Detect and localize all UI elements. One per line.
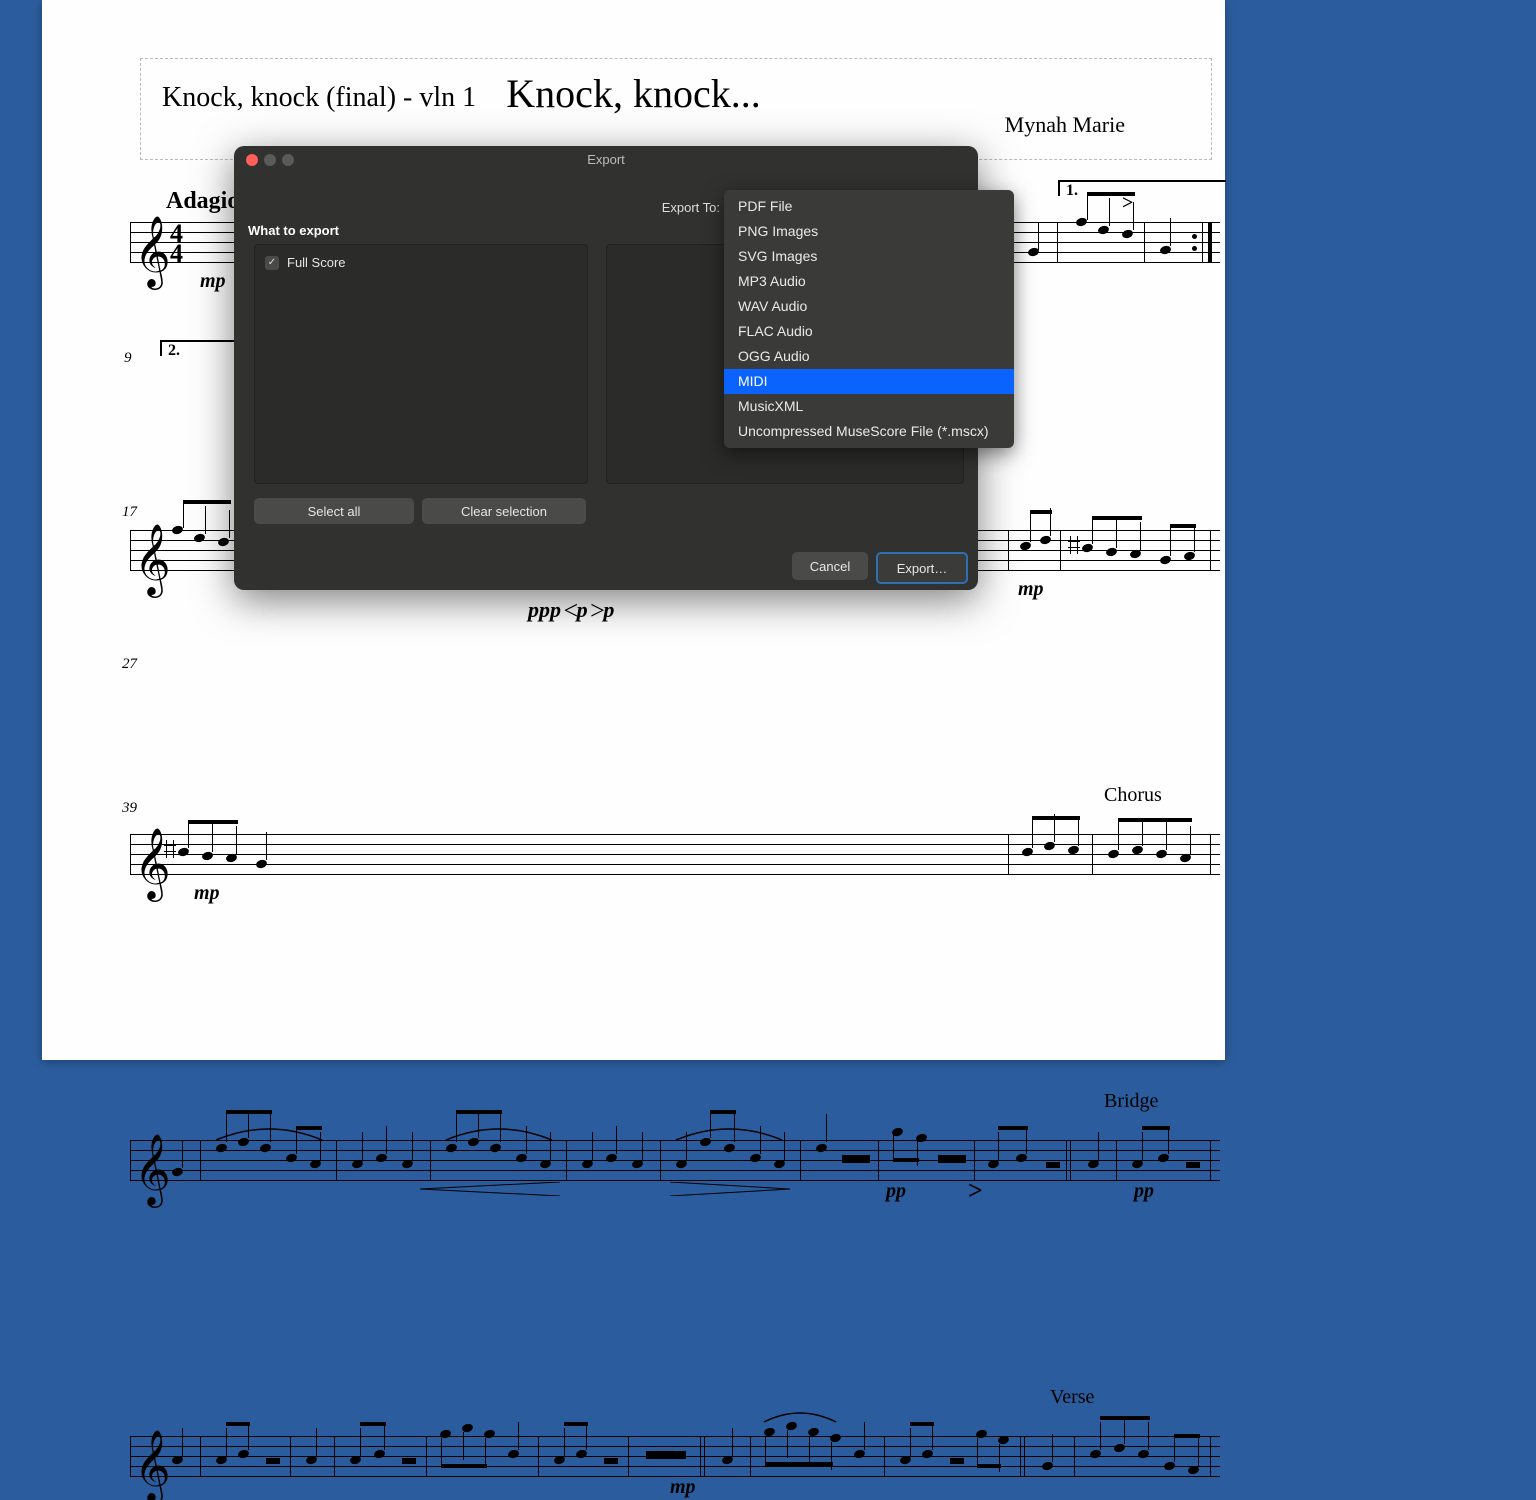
dropdown-option-mscx[interactable]: Uncompressed MuseScore File (*.mscx) <box>724 419 1014 444</box>
rest-icon <box>604 1458 618 1464</box>
section-verse: Verse <box>1050 1386 1094 1409</box>
dropdown-option-flac[interactable]: FLAC Audio <box>724 319 1014 344</box>
full-score-label: Full Score <box>287 255 346 270</box>
measure-number-9: 9 <box>124 350 132 367</box>
dropdown-option-musicxml[interactable]: MusicXML <box>724 394 1014 419</box>
dropdown-option-png[interactable]: PNG Images <box>724 219 1014 244</box>
measure-number-17: 17 <box>122 504 137 521</box>
rest-icon <box>402 1458 416 1464</box>
dropdown-option-svg[interactable]: SVG Images <box>724 244 1014 269</box>
dynamic-mp: mp <box>1018 578 1044 601</box>
system-4: 𝄞 <box>130 1120 1220 1192</box>
section-chorus: Chorus <box>1104 784 1162 807</box>
crescendo-hairpin <box>420 1182 560 1196</box>
slur <box>214 1124 324 1144</box>
system-5: 𝄞 <box>130 1416 1220 1488</box>
rest-icon <box>1186 1162 1200 1168</box>
section-bridge: Bridge <box>1104 1090 1158 1113</box>
rest-icon <box>266 1458 280 1464</box>
export-format-dropdown[interactable]: PDF File PNG Images SVG Images MP3 Audio… <box>724 190 1014 448</box>
dropdown-option-mp3[interactable]: MP3 Audio <box>724 269 1014 294</box>
slur <box>444 1124 554 1144</box>
rest-icon <box>950 1458 964 1464</box>
score-title: Knock, knock... <box>42 70 1225 117</box>
slur <box>762 1408 838 1426</box>
clear-selection-button[interactable]: Clear selection <box>422 498 586 524</box>
export-dialog: Export Export To: What to export ✓ Full … <box>234 146 978 590</box>
dynamic-pp: pp <box>886 1180 906 1203</box>
decrescendo-hairpin <box>670 1182 790 1196</box>
full-score-row[interactable]: ✓ Full Score <box>265 255 346 270</box>
slur <box>674 1124 784 1144</box>
system-3: 𝄞 mp Chorus <box>130 814 1220 886</box>
dynamic-mp: mp <box>200 270 226 293</box>
dropdown-option-wav[interactable]: WAV Audio <box>724 294 1014 319</box>
cancel-button[interactable]: Cancel <box>792 552 868 580</box>
accent: > <box>968 1176 983 1206</box>
export-button[interactable]: Export… <box>876 552 968 584</box>
composer: Mynah Marie <box>1005 112 1125 138</box>
dropdown-option-ogg[interactable]: OGG Audio <box>724 344 1014 369</box>
dynamic-mp: mp <box>670 1476 696 1499</box>
what-to-export-label: What to export <box>248 223 339 238</box>
parts-list[interactable]: ✓ Full Score <box>254 244 588 484</box>
rest-icon <box>1046 1162 1060 1168</box>
dialog-title: Export <box>234 152 978 167</box>
dynamic-mp: mp <box>194 882 220 905</box>
measure-number-27: 27 <box>122 656 137 673</box>
dialog-titlebar[interactable]: Export <box>234 146 978 174</box>
dynamic-sequence: ppp < p > p <box>528 594 614 624</box>
dynamic-pp: pp <box>1134 1180 1154 1203</box>
checkbox-checked-icon[interactable]: ✓ <box>265 256 279 270</box>
dropdown-option-midi[interactable]: MIDI <box>724 369 1014 394</box>
volta-1: 1. <box>1058 180 1226 196</box>
export-to-label: Export To: <box>654 200 720 215</box>
select-all-button[interactable]: Select all <box>254 498 414 524</box>
measure-number-39: 39 <box>122 800 137 817</box>
dropdown-option-pdf[interactable]: PDF File <box>724 194 1014 219</box>
time-sig-bottom: 4 <box>170 244 183 264</box>
accent: > <box>1122 192 1133 215</box>
